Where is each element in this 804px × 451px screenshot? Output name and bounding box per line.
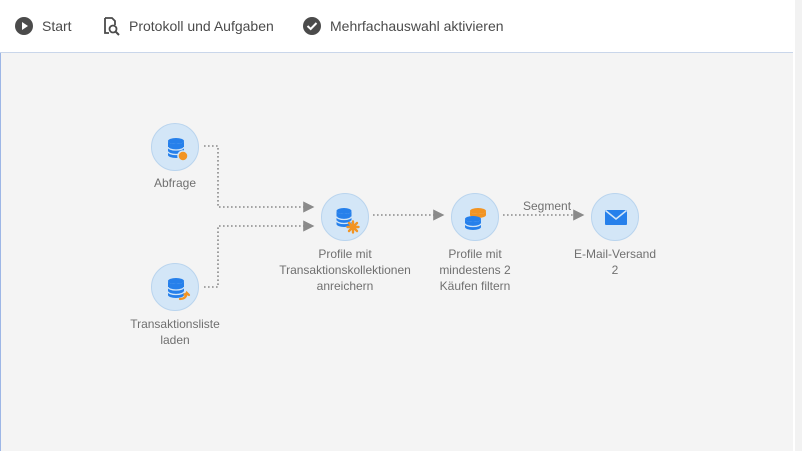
email-icon (604, 209, 628, 225)
activity-enrich-profiles[interactable] (321, 193, 369, 241)
vertical-scrollbar[interactable] (793, 0, 804, 451)
transition-abfrage-to-enrich (204, 145, 315, 213)
workflow-toolbar: Start Protokoll und Aufgaben Mehrfachaus… (0, 0, 793, 53)
activity-filter-profiles[interactable] (451, 193, 499, 241)
activity-abfrage[interactable] (151, 123, 199, 171)
start-button[interactable]: Start (14, 14, 72, 38)
play-icon (15, 17, 33, 35)
scrollbar-track[interactable] (795, 0, 802, 451)
activity-abfrage-label: Abfrage (153, 176, 197, 190)
segment-transition-label: Segment (523, 199, 572, 213)
multiselect-label: Mehrfachauswahl aktivieren (330, 18, 504, 34)
load-list-icon (167, 278, 191, 301)
filter-icon (464, 208, 486, 230)
start-label: Start (42, 18, 72, 34)
query-icon (167, 138, 189, 162)
log-and-tasks-button[interactable]: Protokoll und Aufgaben (101, 14, 274, 38)
activity-email-delivery-label: E-Mail-Versand 2 (573, 247, 657, 277)
activity-load-transaction-list[interactable] (151, 263, 199, 311)
activity-load-transaction-list-label: Transaktionsliste laden (130, 317, 220, 347)
checkmark-circle-icon (303, 17, 321, 35)
log-and-tasks-label: Protokoll und Aufgaben (129, 18, 274, 34)
activity-enrich-profiles-label: Profile mit Transaktionskollektionen anr… (279, 247, 411, 293)
activity-filter-profiles-label: Profile mit mindestens 2 Käufen filtern (439, 247, 511, 293)
workflow-canvas[interactable]: Segment Abfrage Transaktionsliste laden (0, 53, 793, 451)
document-search-icon (104, 17, 120, 36)
multiselect-button[interactable]: Mehrfachauswahl aktivieren (302, 14, 504, 38)
enrich-icon (335, 208, 360, 234)
activity-email-delivery[interactable] (591, 193, 639, 241)
